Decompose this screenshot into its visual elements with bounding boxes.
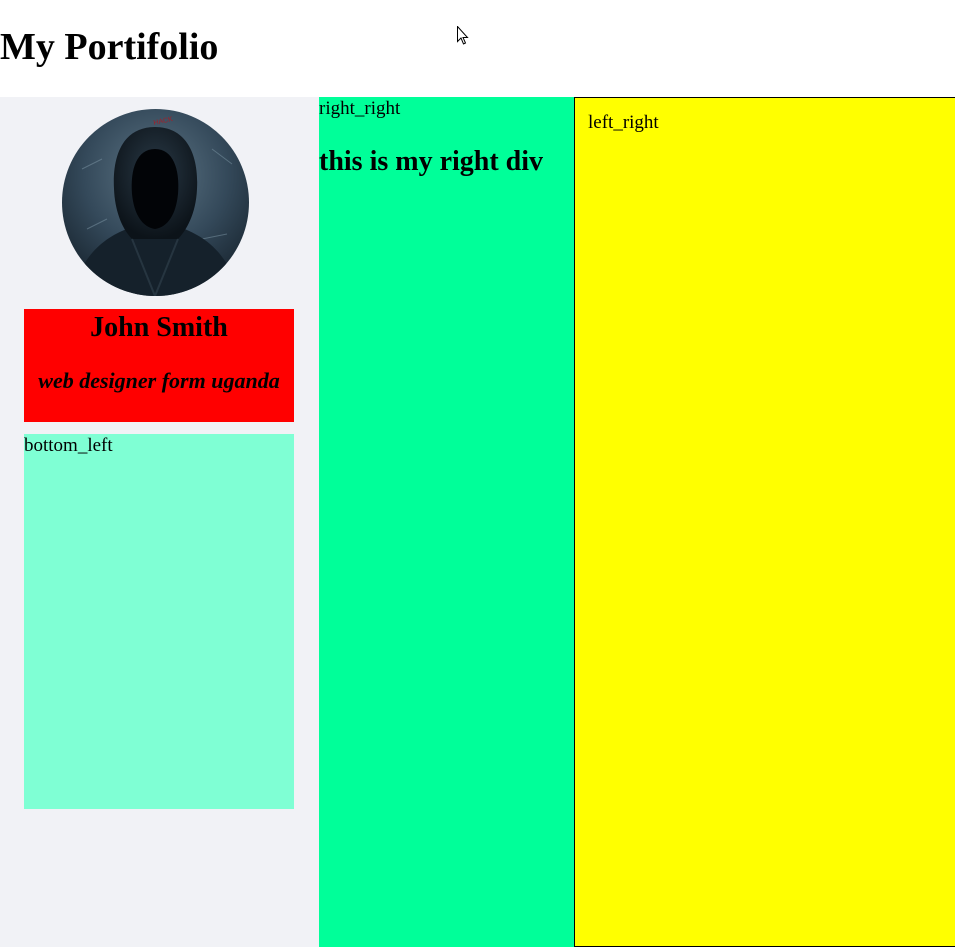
mouse-cursor-icon	[457, 26, 469, 45]
right-right-box: right_right this is my right div	[319, 97, 574, 947]
left-right-box: left_right	[574, 97, 955, 947]
left-column: HACK John Smith web designer form uganda…	[0, 97, 319, 947]
profile-role: web designer form uganda	[38, 368, 280, 393]
right-div-heading: this is my right div	[319, 146, 544, 177]
bottom-left-box: bottom_left	[24, 434, 294, 809]
left-right-label: left_right	[588, 112, 659, 133]
bottom-left-label: bottom_left	[24, 435, 113, 456]
right-right-label: right_right	[319, 98, 401, 119]
avatar: HACK	[62, 109, 249, 296]
profile-name: John Smith	[90, 312, 228, 343]
hooded-figure-photo-icon: HACK	[62, 109, 249, 296]
name-card: John Smith web designer form uganda	[24, 309, 294, 422]
page-title: My Portifolio	[0, 26, 219, 68]
